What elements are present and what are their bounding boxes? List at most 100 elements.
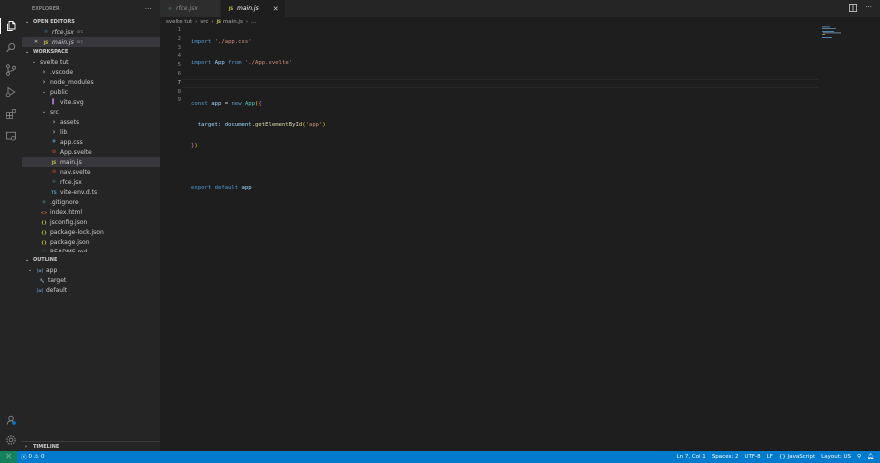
file-tree: › .vscode › node_modules ⌄ public ▌ vite.svg ⌄ sr…: [22, 67, 160, 252]
language-mode[interactable]: {} JavaScript: [779, 454, 815, 460]
manage-gear-icon[interactable]: [3, 432, 19, 448]
open-editor-item[interactable]: ✕ JS main.js src: [22, 37, 160, 47]
code-line: const app = new App({: [191, 101, 262, 108]
wrench-icon: 🔧: [39, 277, 45, 283]
file-item[interactable]: {} jsconfig.json: [22, 217, 160, 227]
open-editors-label: OPEN EDITORS: [33, 19, 75, 25]
file-type-icon: ⚛: [51, 179, 57, 185]
file-item[interactable]: ⊘ App.svelte: [22, 147, 160, 157]
js-icon: JS: [228, 6, 234, 11]
file-item[interactable]: <> index.html: [22, 207, 160, 217]
workspace-label: WORKSPACE: [33, 49, 69, 55]
search-icon[interactable]: [3, 40, 19, 56]
breadcrumb-item[interactable]: src: [200, 19, 208, 25]
extensions-icon[interactable]: [3, 106, 19, 122]
end-of-line[interactable]: LF: [767, 454, 773, 460]
cursor-position[interactable]: Ln 7, Col 1: [677, 454, 706, 460]
file-item[interactable]: ▌ vite.svg: [22, 97, 160, 107]
breadcrumb-item[interactable]: main.js: [223, 19, 243, 25]
folder-item[interactable]: ⌄ src: [22, 107, 160, 117]
status-right: Ln 7, Col 1 Spaces: 2 UTF-8 LF {} JavaSc…: [677, 451, 874, 463]
folder-item[interactable]: ⌄ public: [22, 87, 160, 97]
open-editor-item[interactable]: ⚛ rfce.jsx src: [22, 27, 160, 37]
more-actions-icon[interactable]: ···: [865, 4, 872, 12]
file-name: nav.svelte: [60, 168, 91, 176]
problems-indicator[interactable]: ⓧ 0 ⚠ 0: [21, 453, 44, 461]
code-line: }): [191, 142, 198, 149]
file-item[interactable]: # app.css: [22, 137, 160, 147]
file-name: public: [50, 88, 69, 96]
run-debug-icon[interactable]: [3, 84, 19, 100]
breadcrumb-item[interactable]: svelte tut: [166, 19, 192, 25]
outline-item[interactable]: 🔧 target: [22, 275, 160, 285]
keyboard-layout[interactable]: Layout: US: [821, 454, 851, 460]
outline-header[interactable]: ⌄ OUTLINE: [22, 255, 160, 265]
line-number: 5: [177, 62, 181, 69]
notifications-bell-icon[interactable]: 🔔︎: [867, 454, 874, 460]
file-item[interactable]: TS vite-env.d.ts: [22, 187, 160, 197]
file-item[interactable]: {} package-lock.json: [22, 227, 160, 237]
editor-tabs: ⚛ rfce.jsx JS main.js ✕ ···: [160, 0, 880, 17]
open-editors-header[interactable]: ⌄ OPEN EDITORS: [22, 17, 160, 27]
workspace-header[interactable]: ⌄ WORKSPACE: [22, 47, 160, 57]
feedback-icon[interactable]: ⚲: [857, 454, 861, 460]
file-type-icon: JS: [51, 159, 57, 165]
code-text[interactable]: import './app.css' import App from './Ap…: [191, 26, 326, 225]
outline-name: app: [46, 266, 58, 274]
split-editor-icon[interactable]: [849, 4, 858, 12]
explorer-header: EXPLORER ···: [22, 0, 160, 17]
chevron-right-icon: ›: [25, 444, 28, 450]
workspace-root-label: svelte tut: [40, 58, 69, 66]
chevron-right-icon: ›: [195, 18, 198, 25]
chevron-right-icon: ›: [245, 18, 249, 25]
file-item[interactable]: ⓘREADME.md: [22, 247, 160, 253]
file-item[interactable]: ⊘ nav.svelte: [22, 167, 160, 177]
indentation[interactable]: Spaces: 2: [712, 454, 739, 460]
workspace-root[interactable]: ⌄ svelte tut: [22, 57, 160, 67]
file-item[interactable]: ⚛ rfce.jsx: [22, 177, 160, 187]
minimap[interactable]: [820, 26, 848, 46]
more-actions-icon[interactable]: ···: [145, 5, 152, 13]
tab-main[interactable]: JS main.js ✕: [221, 0, 286, 17]
folder-item[interactable]: › .vscode: [22, 67, 160, 77]
file-item[interactable]: ◆ .gitignore: [22, 197, 160, 207]
warning-icon: ⚠: [34, 454, 39, 460]
language-label: JavaScript: [787, 454, 816, 460]
status-bar: ⤫ ⓧ 0 ⚠ 0 Ln 7, Col 1 Spaces: 2 UTF-8 LF…: [0, 451, 880, 463]
code-line: import App from './App.svelte': [191, 59, 293, 66]
folder-item[interactable]: › node_modules: [22, 77, 160, 87]
file-type-icon: {}: [41, 239, 47, 245]
outline-item[interactable]: [⊕] default: [22, 285, 160, 295]
tab-rfce[interactable]: ⚛ rfce.jsx: [160, 0, 221, 17]
breadcrumb-item[interactable]: ...: [251, 19, 256, 25]
file-name: .gitignore: [50, 198, 79, 206]
account-icon[interactable]: [3, 412, 19, 428]
file-name: package.json: [50, 238, 90, 246]
open-editor-name: rfce.jsx: [52, 28, 74, 36]
file-item[interactable]: {} package.json: [22, 237, 160, 247]
outline-item[interactable]: ⌄ [⊕] app: [22, 265, 160, 275]
react-icon: ⚛: [43, 29, 49, 35]
code-line: import './app.css': [191, 39, 252, 45]
braces-icon: {}: [778, 454, 786, 460]
folder-item[interactable]: › assets: [22, 117, 160, 127]
timeline-label: TIMELINE: [33, 444, 60, 450]
chevron-right-icon: ›: [52, 128, 56, 136]
line-number: 9: [177, 97, 181, 104]
editor-actions: ···: [849, 4, 872, 12]
source-control-icon[interactable]: [3, 62, 19, 78]
file-item[interactable]: JS main.js: [22, 157, 160, 167]
outline-panel: ⌄ OUTLINE ⌄ [⊕] app 🔧 target [⊕] default: [22, 255, 160, 295]
remote-indicator[interactable]: ⤫: [0, 451, 17, 463]
close-tab-icon[interactable]: ✕: [273, 5, 279, 13]
code-editor[interactable]: 1 2 3 4 56 7 8 9 import './app.css' import App …: [160, 26, 880, 451]
remote-explorer-icon[interactable]: [3, 128, 19, 144]
close-icon[interactable]: ✕: [32, 39, 40, 45]
folder-item[interactable]: › lib: [22, 127, 160, 137]
variable-icon: [⊕]: [36, 287, 44, 293]
encoding[interactable]: UTF-8: [745, 454, 761, 460]
file-type-icon: ⓘ: [40, 249, 48, 253]
react-icon: ⚛: [167, 5, 173, 12]
explorer-icon[interactable]: [0, 18, 19, 34]
